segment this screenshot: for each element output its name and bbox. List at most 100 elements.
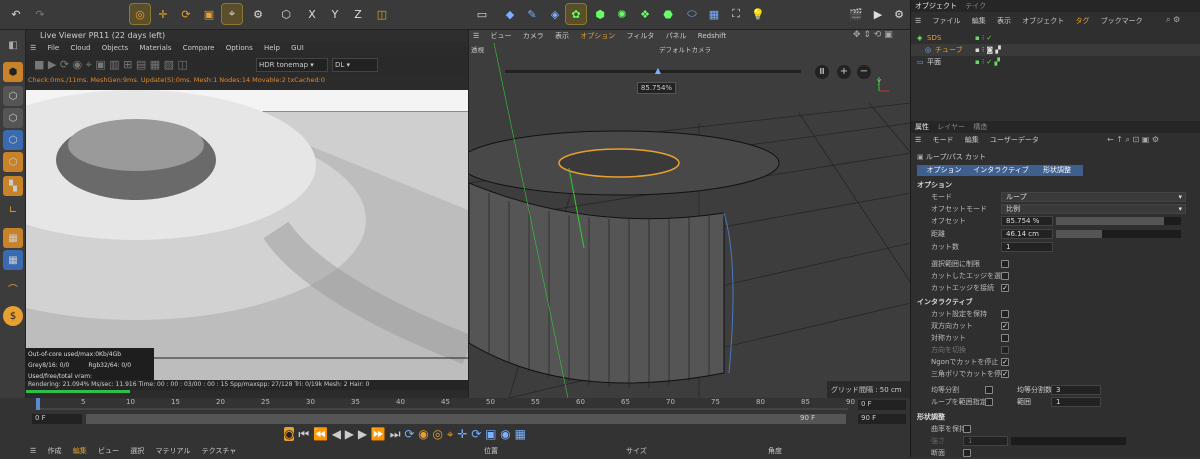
y-axis-icon[interactable]: Y bbox=[325, 4, 345, 24]
menu-file[interactable]: ファイル bbox=[933, 17, 961, 25]
menu-texture[interactable]: テクスチャ bbox=[202, 447, 237, 455]
cross-checkbox[interactable] bbox=[963, 449, 971, 457]
menu-objects[interactable]: Objects bbox=[102, 44, 128, 52]
scale-icon[interactable]: ▣ bbox=[199, 4, 219, 24]
menu-tag[interactable]: タグ bbox=[1075, 17, 1089, 25]
hdr-select[interactable]: HDR tonemap ▾ bbox=[256, 58, 328, 72]
end-frame-field[interactable]: 90 F bbox=[858, 414, 906, 424]
menu-camera[interactable]: カメラ bbox=[523, 32, 544, 40]
offset-slider[interactable] bbox=[1056, 217, 1181, 225]
ngon-checkbox[interactable]: ✓ bbox=[1001, 358, 1009, 366]
restrict-checkbox[interactable] bbox=[1001, 260, 1009, 268]
polygons-icon[interactable]: ⬡ bbox=[3, 152, 23, 172]
distance-slider[interactable] bbox=[1056, 230, 1181, 238]
hamburger-icon[interactable]: ☰ bbox=[30, 44, 36, 52]
render-view-icon[interactable]: 🎬 bbox=[846, 4, 866, 24]
menu-bookmark[interactable]: ブックマーク bbox=[1101, 17, 1143, 25]
key-mode-icon[interactable]: ✛ ⟳ ▣ ◉ ▦ bbox=[457, 427, 526, 441]
direction-checkbox[interactable] bbox=[1001, 346, 1009, 354]
menu-options[interactable]: オプション bbox=[580, 32, 615, 40]
object-row-plane[interactable]: ▭ 平面 ▪ ⁝ ✓ ▞ bbox=[911, 56, 1200, 68]
cube-primitive-icon[interactable]: ◆ bbox=[500, 4, 520, 24]
next-frame-icon[interactable]: ▶ bbox=[358, 427, 367, 441]
menu-edit[interactable]: 編集 bbox=[972, 17, 986, 25]
hamburger-icon[interactable]: ☰ bbox=[915, 17, 921, 25]
last-frame-icon[interactable]: ⏭ bbox=[390, 427, 401, 441]
record-icon[interactable]: ◉ ◎ ⌖ bbox=[418, 427, 453, 441]
render-icon[interactable]: ▶ bbox=[868, 4, 888, 24]
slider-minus-button[interactable]: − bbox=[857, 65, 871, 79]
workplane-icon[interactable]: ▦ bbox=[3, 228, 23, 248]
snap-icon[interactable]: ⌒ bbox=[3, 278, 23, 298]
keep-curve-checkbox[interactable] bbox=[963, 425, 971, 433]
hamburger-icon[interactable]: ☰ bbox=[915, 136, 921, 144]
range-field[interactable]: 1 bbox=[1051, 397, 1101, 407]
slider-pause-button[interactable]: Ⅲ bbox=[815, 65, 829, 79]
tab-attributes[interactable]: 属性 bbox=[915, 123, 929, 131]
floor-icon[interactable]: ⬣ bbox=[658, 4, 678, 24]
move-icon[interactable]: ✛ bbox=[153, 4, 173, 24]
menu-panel[interactable]: パネル bbox=[666, 32, 687, 40]
tab-objects[interactable]: オブジェクト bbox=[915, 2, 957, 10]
grid-snap-icon[interactable]: ▦ bbox=[3, 250, 23, 270]
mode-select[interactable]: ループ ▾ bbox=[1001, 192, 1186, 202]
deformer-icon[interactable]: ❖ bbox=[635, 4, 655, 24]
cuts-field[interactable]: 1 bbox=[1001, 242, 1053, 252]
hamburger-icon[interactable]: ☰ bbox=[473, 32, 479, 40]
bulb-icon[interactable]: 💡 bbox=[748, 4, 768, 24]
distance-field[interactable]: 46.14 cm bbox=[1001, 229, 1053, 239]
redo-icon[interactable]: ↷ bbox=[30, 4, 50, 24]
cube-icon[interactable]: ⬡ bbox=[276, 4, 296, 24]
dollar-icon[interactable]: $ bbox=[3, 306, 23, 326]
subtab-shape[interactable]: 形状調整 bbox=[1031, 165, 1083, 176]
menu-view[interactable]: ビュー bbox=[98, 447, 119, 455]
timeline-ruler[interactable]: 051015202530354045505560657075808590 bbox=[36, 398, 856, 408]
even-count-field[interactable]: 3 bbox=[1051, 385, 1101, 395]
coordinate-system-icon[interactable]: ◫ bbox=[372, 4, 392, 24]
tab-layers[interactable]: レイヤー bbox=[937, 123, 965, 131]
live-select-icon[interactable]: ◎ bbox=[129, 3, 151, 25]
nav-arrows-icon[interactable]: ← ↑ ⌕ ⊡ ▣ ⚙ bbox=[1107, 135, 1159, 145]
stop-icon[interactable]: ■ ▶ ⟳ ◉ ⌖ ▣ ▥ ⊞ ▤ ▦ ▧ ◫ bbox=[34, 58, 188, 72]
menu-compare[interactable]: Compare bbox=[183, 44, 215, 52]
points-icon[interactable]: ⬡ bbox=[3, 108, 23, 128]
camera-icon[interactable]: ⬭ bbox=[682, 4, 702, 24]
z-axis-icon[interactable]: Z bbox=[348, 4, 368, 24]
range-bar[interactable] bbox=[86, 414, 846, 424]
texture-icon[interactable]: ⬡ bbox=[3, 86, 23, 106]
menu-display[interactable]: 表示 bbox=[555, 32, 569, 40]
cut-selected-checkbox[interactable] bbox=[1001, 272, 1009, 280]
field-icon[interactable]: ✺ bbox=[612, 4, 632, 24]
uv-icon[interactable]: ▚ bbox=[3, 176, 23, 196]
slider-plus-button[interactable]: + bbox=[837, 65, 851, 79]
tab-takes[interactable]: テイク bbox=[965, 2, 986, 10]
keep-cut-checkbox[interactable] bbox=[1001, 310, 1009, 318]
make-editable-icon[interactable]: ◧ bbox=[3, 35, 23, 55]
menu-materials[interactable]: Materials bbox=[139, 44, 171, 52]
subtab-interactive[interactable]: インタラクティブ bbox=[971, 165, 1031, 176]
current-frame-field[interactable]: 0 F bbox=[858, 400, 906, 410]
view-icon[interactable]: ▭ bbox=[472, 4, 492, 24]
menu-edit[interactable]: 編集 bbox=[73, 447, 87, 455]
generator-icon[interactable]: ✿ bbox=[565, 3, 587, 25]
model-icon[interactable]: ⬢ bbox=[3, 62, 23, 82]
tri-checkbox[interactable]: ✓ bbox=[1001, 370, 1009, 378]
undo-icon[interactable]: ↶ bbox=[6, 4, 26, 24]
model-mode-icon[interactable]: ⚙ bbox=[248, 4, 268, 24]
x-axis-icon[interactable]: X bbox=[302, 4, 322, 24]
tab-structure[interactable]: 構造 bbox=[973, 123, 987, 131]
next-key-icon[interactable]: ⏩ bbox=[371, 427, 386, 441]
even-checkbox[interactable] bbox=[985, 386, 993, 394]
menu-filter[interactable]: フィルタ bbox=[626, 32, 654, 40]
object-row-sds[interactable]: ◈ SDS ▪ ⁝ ✓ bbox=[911, 32, 1200, 44]
play-icon[interactable]: ▶ bbox=[345, 427, 354, 441]
prev-frame-icon[interactable]: ◀ bbox=[332, 427, 341, 441]
mograph-icon[interactable]: ⬢ bbox=[590, 4, 610, 24]
menu-select[interactable]: 選択 bbox=[130, 447, 144, 455]
axis-icon[interactable]: ∟ bbox=[3, 200, 23, 220]
menu-cloud[interactable]: Cloud bbox=[70, 44, 90, 52]
playhead[interactable] bbox=[36, 398, 40, 410]
menu-object[interactable]: オブジェクト bbox=[1022, 17, 1064, 25]
recent-tools-icon[interactable]: ⌖ bbox=[221, 3, 243, 25]
menu-material[interactable]: マテリアル bbox=[155, 447, 190, 455]
